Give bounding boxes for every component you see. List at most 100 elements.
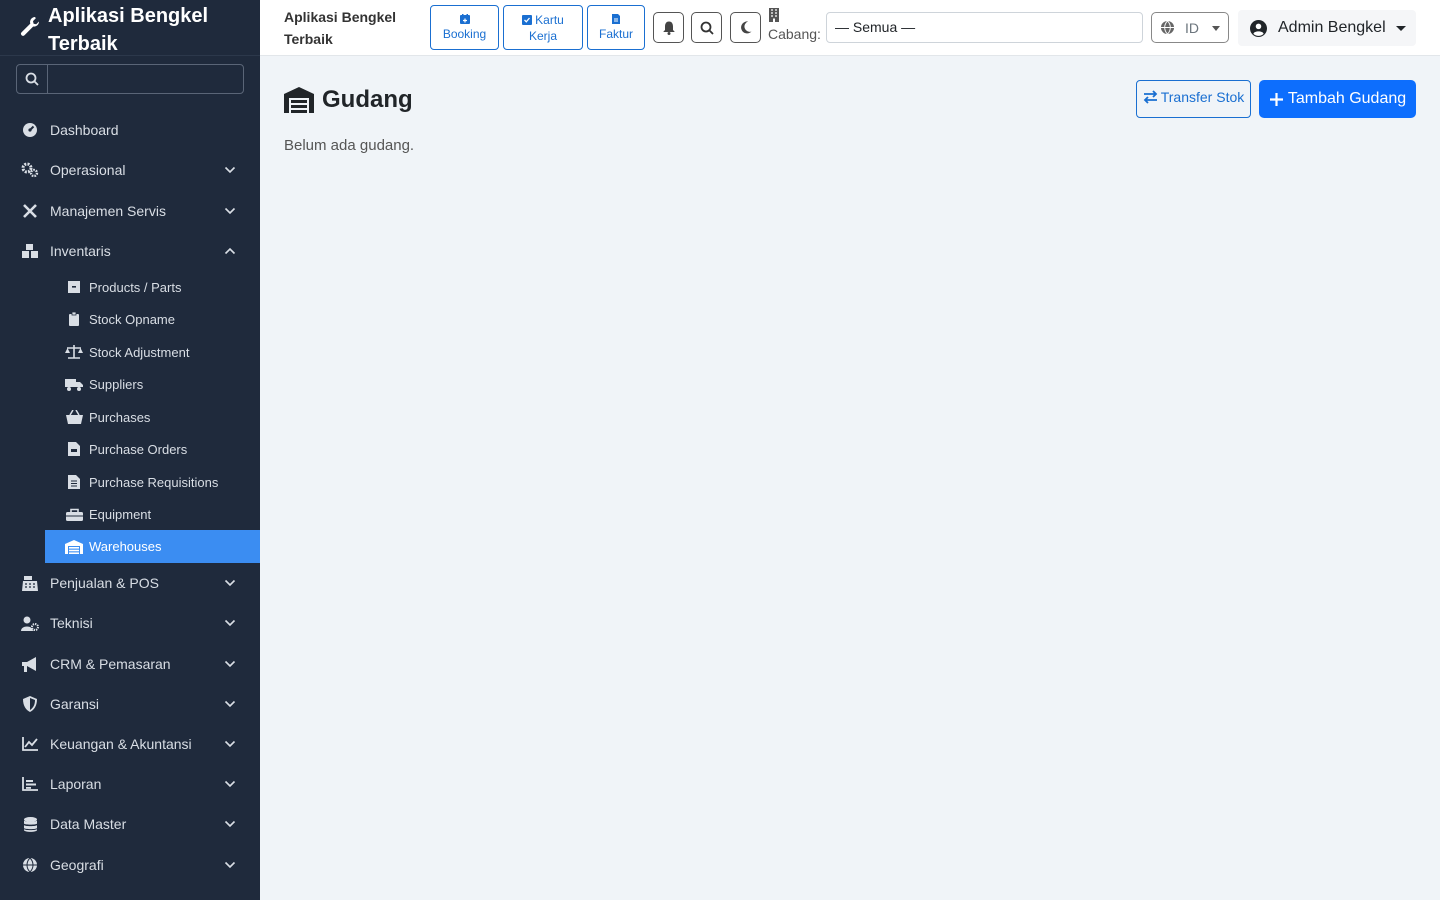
sidebar-item-crm-pemasaran[interactable]: CRM & Pemasaran bbox=[0, 644, 260, 684]
sidebar-subitem-purchase-orders[interactable]: Purchase Orders bbox=[45, 433, 260, 465]
sidebar-item-label: Geografi bbox=[50, 857, 104, 873]
clipboard-icon bbox=[65, 312, 83, 326]
topbar-title-line-2: Terbaik bbox=[284, 31, 333, 47]
notifications-button[interactable] bbox=[653, 12, 684, 43]
sidebar-subitem-stock-adjustment[interactable]: Stock Adjustment bbox=[45, 336, 260, 368]
chevron-up-icon bbox=[224, 247, 236, 255]
sidebar-search bbox=[16, 64, 244, 94]
sidebar-subitem-warehouses[interactable]: Warehouses bbox=[45, 530, 260, 563]
branch-select-value: — Semua — bbox=[835, 19, 916, 35]
search-icon bbox=[17, 65, 48, 93]
tools-icon bbox=[20, 203, 40, 219]
sidebar-item-data-master[interactable]: Data Master bbox=[0, 804, 260, 844]
language-select[interactable]: ID bbox=[1151, 12, 1229, 43]
chart-line-icon bbox=[20, 736, 40, 752]
chevron-down-icon bbox=[224, 207, 236, 215]
language-select-value: ID bbox=[1185, 19, 1199, 36]
balance-scale-icon bbox=[65, 345, 83, 359]
booking-button[interactable]: Booking bbox=[430, 5, 499, 50]
sidebar-search-input[interactable] bbox=[48, 65, 243, 93]
chevron-down-icon bbox=[224, 660, 236, 668]
file-list-icon bbox=[65, 475, 83, 489]
sidebar-item-geografi[interactable]: Geografi bbox=[0, 845, 260, 885]
brand-title-line-2: Terbaik bbox=[48, 33, 118, 55]
kartu-kerja-label-line-2: Kerja bbox=[528, 28, 557, 43]
branch-label-text: Cabang: bbox=[768, 26, 821, 42]
sidebar-item-penjualan-pos[interactable]: Penjualan & POS bbox=[0, 563, 260, 603]
faktur-button[interactable]: Faktur bbox=[587, 5, 645, 50]
file-invoice-icon bbox=[65, 442, 83, 456]
brand[interactable]: Aplikasi Bengkel Terbaik bbox=[0, 0, 260, 56]
sidebar-item-garansi[interactable]: Garansi bbox=[0, 684, 260, 724]
chevron-down-icon bbox=[224, 166, 236, 174]
topbar-title-line-1: Aplikasi Bengkel bbox=[284, 9, 397, 25]
cash-register-icon bbox=[20, 575, 40, 591]
user-circle-icon bbox=[1250, 19, 1267, 37]
kartu-kerja-first-line: Kartu bbox=[522, 12, 564, 28]
branch-select[interactable]: — Semua — bbox=[826, 12, 1143, 43]
dashboard-icon bbox=[20, 122, 40, 138]
clipboard-check-icon bbox=[522, 15, 533, 25]
box-icon bbox=[65, 280, 83, 294]
database-icon bbox=[20, 816, 40, 832]
sidebar-item-inventaris[interactable]: Inventaris bbox=[0, 231, 260, 271]
chevron-down-icon bbox=[224, 579, 236, 587]
search-icon bbox=[700, 21, 714, 35]
add-warehouse-button[interactable]: Tambah Gudang bbox=[1259, 80, 1416, 118]
sidebar-subitem-label: Suppliers bbox=[89, 376, 144, 392]
sidebar-item-label: Garansi bbox=[50, 696, 100, 712]
cogs-icon bbox=[20, 162, 40, 178]
truck-icon bbox=[65, 377, 83, 391]
sidebar-subitem-label: Purchases bbox=[89, 409, 151, 425]
user-menu-button[interactable]: Admin Bengkel bbox=[1238, 10, 1416, 46]
sidebar-subitem-label: Stock Adjustment bbox=[89, 344, 190, 360]
sidebar-subitem-products-parts[interactable]: Products / Parts bbox=[45, 271, 260, 303]
sidebar-item-operasional[interactable]: Operasional bbox=[0, 150, 260, 190]
sidebar-item-label: Operasional bbox=[50, 162, 126, 178]
add-warehouse-label: Tambah Gudang bbox=[1287, 90, 1407, 107]
building-icon bbox=[769, 8, 779, 22]
dark-mode-toggle[interactable] bbox=[730, 12, 761, 43]
global-search-button[interactable] bbox=[691, 12, 722, 43]
sidebar-subitem-label: Equipment bbox=[89, 506, 152, 522]
sidebar-item-label: Laporan bbox=[50, 776, 102, 792]
sidebar-item-keuangan-akuntansi[interactable]: Keuangan & Akuntansi bbox=[0, 724, 260, 764]
warehouse-icon bbox=[284, 87, 314, 113]
kartu-kerja-label-line-1: Kartu bbox=[535, 12, 564, 27]
kartu-kerja-button[interactable]: Kartu Kerja bbox=[503, 5, 583, 50]
warehouse-icon bbox=[65, 539, 83, 554]
sidebar-item-laporan[interactable]: Laporan bbox=[0, 764, 260, 804]
plus-icon bbox=[1269, 92, 1283, 106]
sidebar-subitem-label: Stock Opname bbox=[89, 311, 175, 327]
sidebar-subitem-stock-opname[interactable]: Stock Opname bbox=[45, 303, 260, 335]
basket-icon bbox=[65, 410, 83, 424]
brand-title-line-1: Aplikasi Bengkel bbox=[48, 5, 209, 27]
calendar-plus-icon bbox=[459, 13, 470, 24]
sidebar-subitem-label: Products / Parts bbox=[89, 279, 182, 295]
bullhorn-icon bbox=[20, 656, 40, 672]
sidebar-item-teknisi[interactable]: Teknisi bbox=[0, 603, 260, 643]
transfer-stock-button[interactable]: Transfer Stok bbox=[1136, 80, 1251, 118]
caret-down-icon bbox=[1396, 26, 1406, 31]
page-title-text: Gudang bbox=[322, 86, 413, 113]
branch-label: Cabang: bbox=[768, 8, 821, 44]
transfer-stock-label: Transfer Stok bbox=[1160, 89, 1245, 105]
sidebar-item-dashboard[interactable]: Dashboard bbox=[0, 110, 260, 150]
sidebar-subitem-equipment[interactable]: Equipment bbox=[45, 498, 260, 530]
globe-icon bbox=[20, 857, 40, 873]
sidebar-item-label: Keuangan & Akuntansi bbox=[50, 736, 192, 752]
sidebar-subitem-label: Purchase Orders bbox=[89, 441, 188, 457]
sidebar-subitem-purchases[interactable]: Purchases bbox=[45, 401, 260, 433]
user-name: Admin Bengkel bbox=[1278, 19, 1386, 36]
topbar: Aplikasi Bengkel Terbaik Booking Kartu K… bbox=[260, 0, 1440, 56]
chevron-down-icon bbox=[224, 700, 236, 708]
topbar-app-title: Aplikasi Bengkel Terbaik bbox=[284, 6, 414, 50]
chevron-down-icon bbox=[224, 780, 236, 788]
sidebar-subitem-label: Warehouses bbox=[89, 539, 162, 554]
chevron-down-icon bbox=[224, 861, 236, 869]
sidebar-subitem-suppliers[interactable]: Suppliers bbox=[45, 368, 260, 400]
chevron-down-icon bbox=[224, 740, 236, 748]
sidebar-subitem-purchase-requisitions[interactable]: Purchase Requisitions bbox=[45, 466, 260, 498]
sidebar-item-manajemen-servis[interactable]: Manajemen Servis bbox=[0, 191, 260, 231]
sidebar-item-label: Manajemen Servis bbox=[50, 203, 166, 219]
